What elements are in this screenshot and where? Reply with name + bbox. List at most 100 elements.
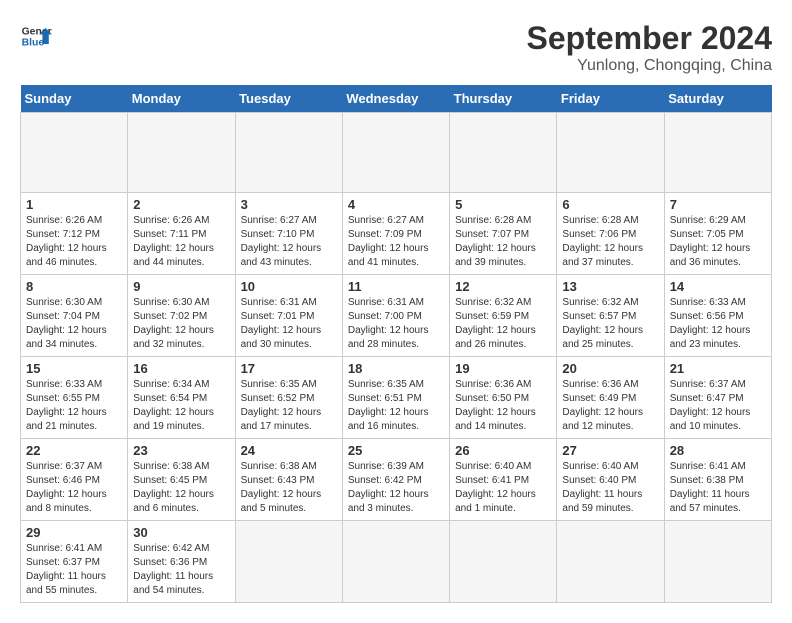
calendar-cell: 18 Sunrise: 6:35 AMSunset: 6:51 PMDayligh… (342, 357, 449, 439)
week-row-3: 15 Sunrise: 6:33 AMSunset: 6:55 PMDayligh… (21, 357, 772, 439)
calendar-cell (342, 521, 449, 603)
calendar-cell (450, 521, 557, 603)
calendar-cell: 16Sunrise: 6:34 AMSunset: 6:54 PMDayligh… (128, 357, 235, 439)
calendar-cell: 20Sunrise: 6:36 AMSunset: 6:49 PMDayligh… (557, 357, 664, 439)
calendar-cell (450, 113, 557, 193)
weekday-header-row: SundayMondayTuesdayWednesdayThursdayFrid… (21, 85, 772, 113)
day-info: Sunrise: 6:39 AMSunset: 6:42 PMDaylight:… (348, 460, 444, 516)
day-number: 26 (455, 443, 551, 458)
calendar-cell: 14 Sunrise: 6:33 AMSunset: 6:56 PMDayligh… (664, 275, 771, 357)
day-number: 10 (241, 279, 337, 294)
day-number: 23 (133, 443, 229, 458)
day-info: Sunrise: 6:37 AMSunset: 6:47 PMDaylight:… (670, 378, 766, 434)
day-number: 17 (241, 361, 337, 376)
day-info: Sunrise: 6:31 AMSunset: 7:01 PMDaylight:… (241, 296, 337, 352)
day-info: Sunrise: 6:40 AMSunset: 6:40 PMDaylight:… (562, 460, 658, 516)
week-row-2: 8 Sunrise: 6:30 AMSunset: 7:04 PMDaylight… (21, 275, 772, 357)
day-info: Sunrise: 6:27 AMSunset: 7:10 PMDaylight:… (241, 214, 337, 270)
calendar-cell: 10 Sunrise: 6:31 AMSunset: 7:01 PMDayligh… (235, 275, 342, 357)
calendar-cell (557, 113, 664, 193)
day-info: Sunrise: 6:41 AMSunset: 6:38 PMDaylight:… (670, 460, 766, 516)
page-header: General Blue September 2024 Yunlong, Cho… (20, 20, 772, 75)
calendar-cell: 28 Sunrise: 6:41 AMSunset: 6:38 PMDayligh… (664, 439, 771, 521)
day-number: 7 (670, 197, 766, 212)
calendar-cell: 4Sunrise: 6:27 AMSunset: 7:09 PMDaylight… (342, 193, 449, 275)
weekday-header-thursday: Thursday (450, 85, 557, 113)
day-number: 28 (670, 443, 766, 458)
calendar-cell: 22Sunrise: 6:37 AMSunset: 6:46 PMDayligh… (21, 439, 128, 521)
calendar-cell: 15 Sunrise: 6:33 AMSunset: 6:55 PMDayligh… (21, 357, 128, 439)
calendar-cell: 12 Sunrise: 6:32 AMSunset: 6:59 PMDayligh… (450, 275, 557, 357)
day-number: 3 (241, 197, 337, 212)
title-block: September 2024 Yunlong, Chongqing, China (527, 20, 772, 75)
weekday-header-tuesday: Tuesday (235, 85, 342, 113)
calendar-cell (664, 113, 771, 193)
weekday-header-friday: Friday (557, 85, 664, 113)
calendar-cell: 9Sunrise: 6:30 AMSunset: 7:02 PMDaylight… (128, 275, 235, 357)
day-number: 12 (455, 279, 551, 294)
day-info: Sunrise: 6:41 AMSunset: 6:37 PMDaylight:… (26, 542, 122, 598)
calendar-cell: 23Sunrise: 6:38 AMSunset: 6:45 PMDayligh… (128, 439, 235, 521)
day-number: 22 (26, 443, 122, 458)
calendar-cell: 8 Sunrise: 6:30 AMSunset: 7:04 PMDaylight… (21, 275, 128, 357)
calendar-cell: 11 Sunrise: 6:31 AMSunset: 7:00 PMDayligh… (342, 275, 449, 357)
calendar-cell: 13 Sunrise: 6:32 AMSunset: 6:57 PMDayligh… (557, 275, 664, 357)
day-number: 1 (26, 197, 122, 212)
day-info: Sunrise: 6:30 AMSunset: 7:02 PMDaylight:… (133, 296, 229, 352)
logo: General Blue (20, 20, 52, 52)
calendar-cell (235, 113, 342, 193)
calendar-cell (235, 521, 342, 603)
calendar-cell: 25Sunrise: 6:39 AMSunset: 6:42 PMDayligh… (342, 439, 449, 521)
day-info: Sunrise: 6:26 AMSunset: 7:12 PMDaylight:… (26, 214, 122, 270)
logo-icon: General Blue (20, 20, 52, 52)
week-row-5: 29 Sunrise: 6:41 AMSunset: 6:37 PMDayligh… (21, 521, 772, 603)
day-number: 5 (455, 197, 551, 212)
day-info: Sunrise: 6:32 AMSunset: 6:59 PMDaylight:… (455, 296, 551, 352)
calendar-cell (342, 113, 449, 193)
day-number: 13 (562, 279, 658, 294)
day-info: Sunrise: 6:31 AMSunset: 7:00 PMDaylight:… (348, 296, 444, 352)
day-info: Sunrise: 6:35 AMSunset: 6:51 PMDaylight:… (348, 378, 444, 434)
calendar-cell: 24Sunrise: 6:38 AMSunset: 6:43 PMDayligh… (235, 439, 342, 521)
day-info: Sunrise: 6:33 AMSunset: 6:55 PMDaylight:… (26, 378, 122, 434)
day-number: 14 (670, 279, 766, 294)
calendar-table: SundayMondayTuesdayWednesdayThursdayFrid… (20, 85, 772, 603)
day-info: Sunrise: 6:33 AMSunset: 6:56 PMDaylight:… (670, 296, 766, 352)
week-row-1: 1 Sunrise: 6:26 AMSunset: 7:12 PMDaylight… (21, 193, 772, 275)
day-number: 15 (26, 361, 122, 376)
svg-text:Blue: Blue (22, 38, 45, 49)
calendar-cell (664, 521, 771, 603)
day-number: 6 (562, 197, 658, 212)
day-number: 8 (26, 279, 122, 294)
weekday-header-saturday: Saturday (664, 85, 771, 113)
week-row-4: 22Sunrise: 6:37 AMSunset: 6:46 PMDayligh… (21, 439, 772, 521)
day-info: Sunrise: 6:40 AMSunset: 6:41 PMDaylight:… (455, 460, 551, 516)
calendar-cell: 6Sunrise: 6:28 AMSunset: 7:06 PMDaylight… (557, 193, 664, 275)
location-subtitle: Yunlong, Chongqing, China (527, 57, 772, 75)
day-number: 20 (562, 361, 658, 376)
calendar-cell: 1 Sunrise: 6:26 AMSunset: 7:12 PMDaylight… (21, 193, 128, 275)
weekday-header-sunday: Sunday (21, 85, 128, 113)
calendar-cell (557, 521, 664, 603)
weekday-header-monday: Monday (128, 85, 235, 113)
day-info: Sunrise: 6:32 AMSunset: 6:57 PMDaylight:… (562, 296, 658, 352)
calendar-cell: 26 Sunrise: 6:40 AMSunset: 6:41 PMDayligh… (450, 439, 557, 521)
day-number: 11 (348, 279, 444, 294)
day-info: Sunrise: 6:26 AMSunset: 7:11 PMDaylight:… (133, 214, 229, 270)
day-info: Sunrise: 6:30 AMSunset: 7:04 PMDaylight:… (26, 296, 122, 352)
calendar-cell (21, 113, 128, 193)
calendar-cell: 2Sunrise: 6:26 AMSunset: 7:11 PMDaylight… (128, 193, 235, 275)
calendar-cell: 21 Sunrise: 6:37 AMSunset: 6:47 PMDayligh… (664, 357, 771, 439)
calendar-cell: 29 Sunrise: 6:41 AMSunset: 6:37 PMDayligh… (21, 521, 128, 603)
day-number: 18 (348, 361, 444, 376)
week-row-0 (21, 113, 772, 193)
calendar-cell: 27Sunrise: 6:40 AMSunset: 6:40 PMDayligh… (557, 439, 664, 521)
day-number: 21 (670, 361, 766, 376)
month-title: September 2024 (527, 20, 772, 57)
day-number: 16 (133, 361, 229, 376)
day-number: 30 (133, 525, 229, 540)
calendar-cell: 5Sunrise: 6:28 AMSunset: 7:07 PMDaylight… (450, 193, 557, 275)
weekday-header-wednesday: Wednesday (342, 85, 449, 113)
day-number: 29 (26, 525, 122, 540)
calendar-cell (128, 113, 235, 193)
